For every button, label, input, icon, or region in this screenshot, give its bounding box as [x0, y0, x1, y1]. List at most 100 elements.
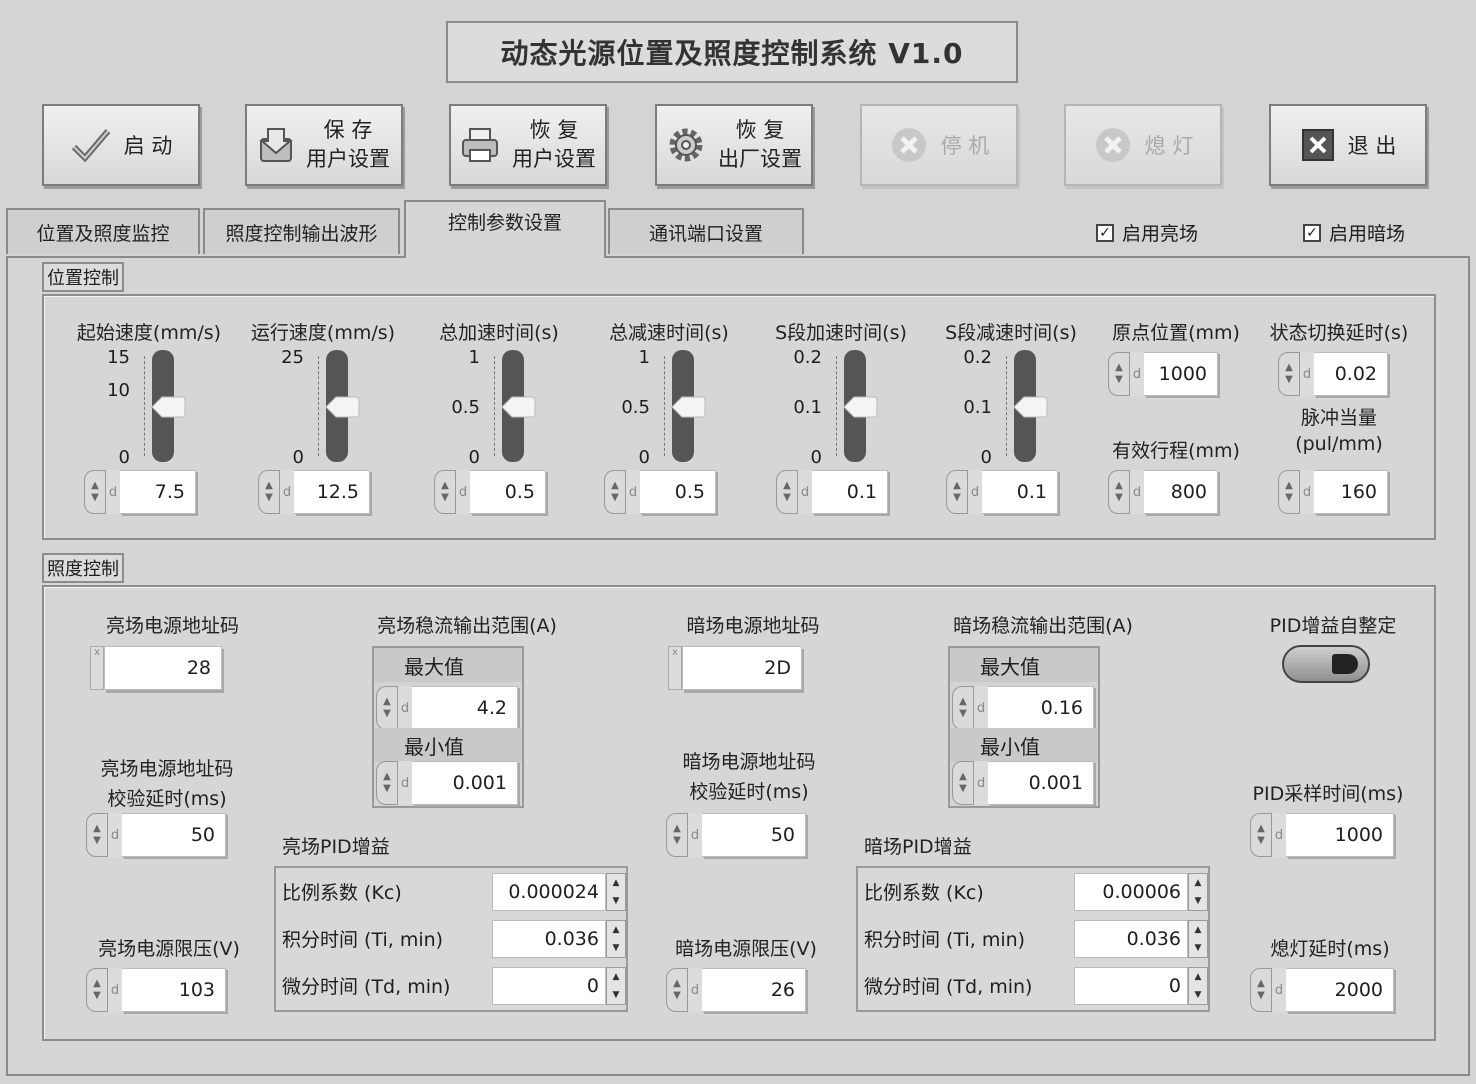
spinner-icon[interactable]: ▲ ▼ [952, 761, 974, 805]
switch-delay-input[interactable]: ▲ ▼ d 0.02 [1278, 352, 1388, 396]
spinner-icon[interactable]: ▲ ▼ [1278, 470, 1300, 514]
slider-thumb-icon[interactable] [150, 394, 186, 420]
slider-value[interactable]: 0.5 [640, 470, 716, 514]
dark-addr-input[interactable]: x 2D [668, 646, 802, 690]
spinner-icon[interactable]: ▲ ▼ [666, 813, 688, 857]
stop-button[interactable]: 停 机 [860, 104, 1018, 186]
dark-range-min-value[interactable]: 0.001 [988, 761, 1094, 805]
spinner-icon[interactable]: ▲ ▼ [666, 968, 688, 1012]
slider-value-input[interactable]: ▲ ▼ d 7.5 [84, 470, 196, 514]
slider-value[interactable]: 0.1 [982, 470, 1058, 514]
dark-check-delay-value[interactable]: 50 [702, 813, 806, 857]
tab-control-params[interactable]: 控制参数设置 [404, 200, 606, 258]
spinner-icon[interactable]: ▲ ▼ [606, 919, 626, 958]
bright-pid-ti-input[interactable]: 0.036 ▲ ▼ [492, 919, 626, 958]
slider-value-input[interactable]: ▲ ▼ d 0.1 [946, 470, 1058, 514]
slider-thumb-icon[interactable] [500, 394, 536, 420]
bright-pid-kc-value[interactable]: 0.000024 [492, 872, 606, 911]
dark-addr-value[interactable]: 2D [682, 646, 802, 690]
lamp-off-delay-value[interactable]: 2000 [1286, 968, 1394, 1012]
pulse-input[interactable]: ▲ ▼ d 160 [1278, 470, 1388, 514]
lamp-off-button[interactable]: 熄 灯 [1064, 104, 1222, 186]
slider[interactable]: 15 10 0 [100, 347, 188, 468]
switch-delay-value[interactable]: 0.02 [1314, 352, 1388, 396]
slider-value[interactable]: 0.5 [470, 470, 546, 514]
slider-value-input[interactable]: ▲ ▼ d 0.1 [776, 470, 888, 514]
spinner-icon[interactable]: ▲ ▼ [1188, 919, 1208, 958]
spinner-icon[interactable]: ▲ ▼ [1250, 813, 1272, 857]
stroke-value[interactable]: 800 [1144, 470, 1218, 514]
dark-limit-v-input[interactable]: ▲ ▼ d 26 [666, 968, 806, 1012]
slider-value-input[interactable]: ▲ ▼ d 12.5 [258, 470, 370, 514]
slider-value-input[interactable]: ▲ ▼ d 0.5 [604, 470, 716, 514]
save-user-settings-button[interactable]: 保 存用户设置 [245, 104, 403, 186]
dark-pid-td-input[interactable]: 0 ▲ ▼ [1074, 966, 1208, 1005]
dark-limit-v-value[interactable]: 26 [702, 968, 806, 1012]
spinner-icon[interactable]: ▲ ▼ [952, 686, 974, 730]
spinner-icon[interactable]: ▲ ▼ [84, 470, 106, 514]
slider[interactable]: 0.2 0.1 0 [792, 347, 880, 468]
pulse-value[interactable]: 160 [1314, 470, 1388, 514]
bright-check-delay-value[interactable]: 50 [122, 813, 226, 857]
slider[interactable]: 1 0.5 0 [620, 347, 708, 468]
slider-value[interactable]: 0.1 [812, 470, 888, 514]
bright-range-max-value[interactable]: 4.2 [412, 686, 518, 730]
slider[interactable]: 1 0.5 0 [450, 347, 538, 468]
slider-value-input[interactable]: ▲ ▼ d 0.5 [434, 470, 546, 514]
tab-comm-port[interactable]: 通讯端口设置 [608, 208, 804, 254]
slider-thumb-icon[interactable] [842, 394, 878, 420]
origin-value[interactable]: 1000 [1144, 352, 1218, 396]
dark-range-max-value[interactable]: 0.16 [988, 686, 1094, 730]
spinner-icon[interactable]: ▲ ▼ [1188, 966, 1208, 1005]
spinner-icon[interactable]: ▲ ▼ [946, 470, 968, 514]
dark-pid-td-value[interactable]: 0 [1074, 966, 1188, 1005]
dark-range-max-input[interactable]: ▲ ▼ d 0.16 [952, 686, 1094, 730]
pid-sample-input[interactable]: ▲ ▼ d 1000 [1250, 813, 1394, 857]
bright-check-delay-input[interactable]: ▲ ▼ d 50 [86, 813, 226, 857]
slider-thumb-icon[interactable] [670, 394, 706, 420]
spinner-icon[interactable]: ▲ ▼ [434, 470, 456, 514]
slider-value[interactable]: 7.5 [120, 470, 196, 514]
spinner-icon[interactable]: ▲ ▼ [258, 470, 280, 514]
enable-bright-field-checkbox[interactable]: ✓ 启用亮场 [1096, 219, 1198, 246]
stroke-input[interactable]: ▲ ▼ d 800 [1108, 470, 1218, 514]
dark-pid-ti-value[interactable]: 0.036 [1074, 919, 1188, 958]
spinner-icon[interactable]: ▲ ▼ [606, 872, 626, 911]
bright-pid-td-input[interactable]: 0 ▲ ▼ [492, 966, 626, 1005]
tab-waveform[interactable]: 照度控制输出波形 [203, 208, 400, 254]
slider-value[interactable]: 12.5 [294, 470, 370, 514]
bright-limit-v-input[interactable]: ▲ ▼ d 103 [86, 968, 226, 1012]
enable-dark-field-checkbox[interactable]: ✓ 启用暗场 [1303, 219, 1405, 246]
slider[interactable]: 0.2 0.1 0 [962, 347, 1050, 468]
bright-pid-td-value[interactable]: 0 [492, 966, 606, 1005]
bright-pid-kc-input[interactable]: 0.000024 ▲ ▼ [492, 872, 626, 911]
pid-auto-tune-toggle[interactable] [1282, 645, 1370, 683]
slider-thumb-icon[interactable] [324, 394, 360, 420]
pid-sample-value[interactable]: 1000 [1286, 813, 1394, 857]
exit-button[interactable]: 退 出 [1269, 104, 1427, 186]
spinner-icon[interactable]: ▲ ▼ [604, 470, 626, 514]
spinner-icon[interactable]: ▲ ▼ [1278, 352, 1300, 396]
slider[interactable]: 25 0 [274, 347, 362, 468]
restore-user-settings-button[interactable]: 恢 复用户设置 [449, 104, 607, 186]
bright-range-min-input[interactable]: ▲ ▼ d 0.001 [376, 761, 518, 805]
start-button[interactable]: 启 动 [42, 104, 200, 186]
dark-pid-kc-value[interactable]: 0.00006 [1074, 872, 1188, 911]
tab-monitor[interactable]: 位置及照度监控 [6, 208, 200, 254]
spinner-icon[interactable]: ▲ ▼ [86, 968, 108, 1012]
bright-addr-input[interactable]: x 28 [90, 646, 222, 690]
bright-pid-ti-value[interactable]: 0.036 [492, 919, 606, 958]
lamp-off-delay-input[interactable]: ▲ ▼ d 2000 [1250, 968, 1394, 1012]
spinner-icon[interactable]: ▲ ▼ [376, 761, 398, 805]
spinner-icon[interactable]: ▲ ▼ [776, 470, 798, 514]
dark-pid-ti-input[interactable]: 0.036 ▲ ▼ [1074, 919, 1208, 958]
bright-addr-value[interactable]: 28 [104, 646, 222, 690]
spinner-icon[interactable]: ▲ ▼ [1108, 352, 1130, 396]
slider-thumb-icon[interactable] [1012, 394, 1048, 420]
spinner-icon[interactable]: ▲ ▼ [1188, 872, 1208, 911]
bright-range-max-input[interactable]: ▲ ▼ d 4.2 [376, 686, 518, 730]
dark-pid-kc-input[interactable]: 0.00006 ▲ ▼ [1074, 872, 1208, 911]
bright-range-min-value[interactable]: 0.001 [412, 761, 518, 805]
bright-limit-v-value[interactable]: 103 [122, 968, 226, 1012]
spinner-icon[interactable]: ▲ ▼ [1250, 968, 1272, 1012]
